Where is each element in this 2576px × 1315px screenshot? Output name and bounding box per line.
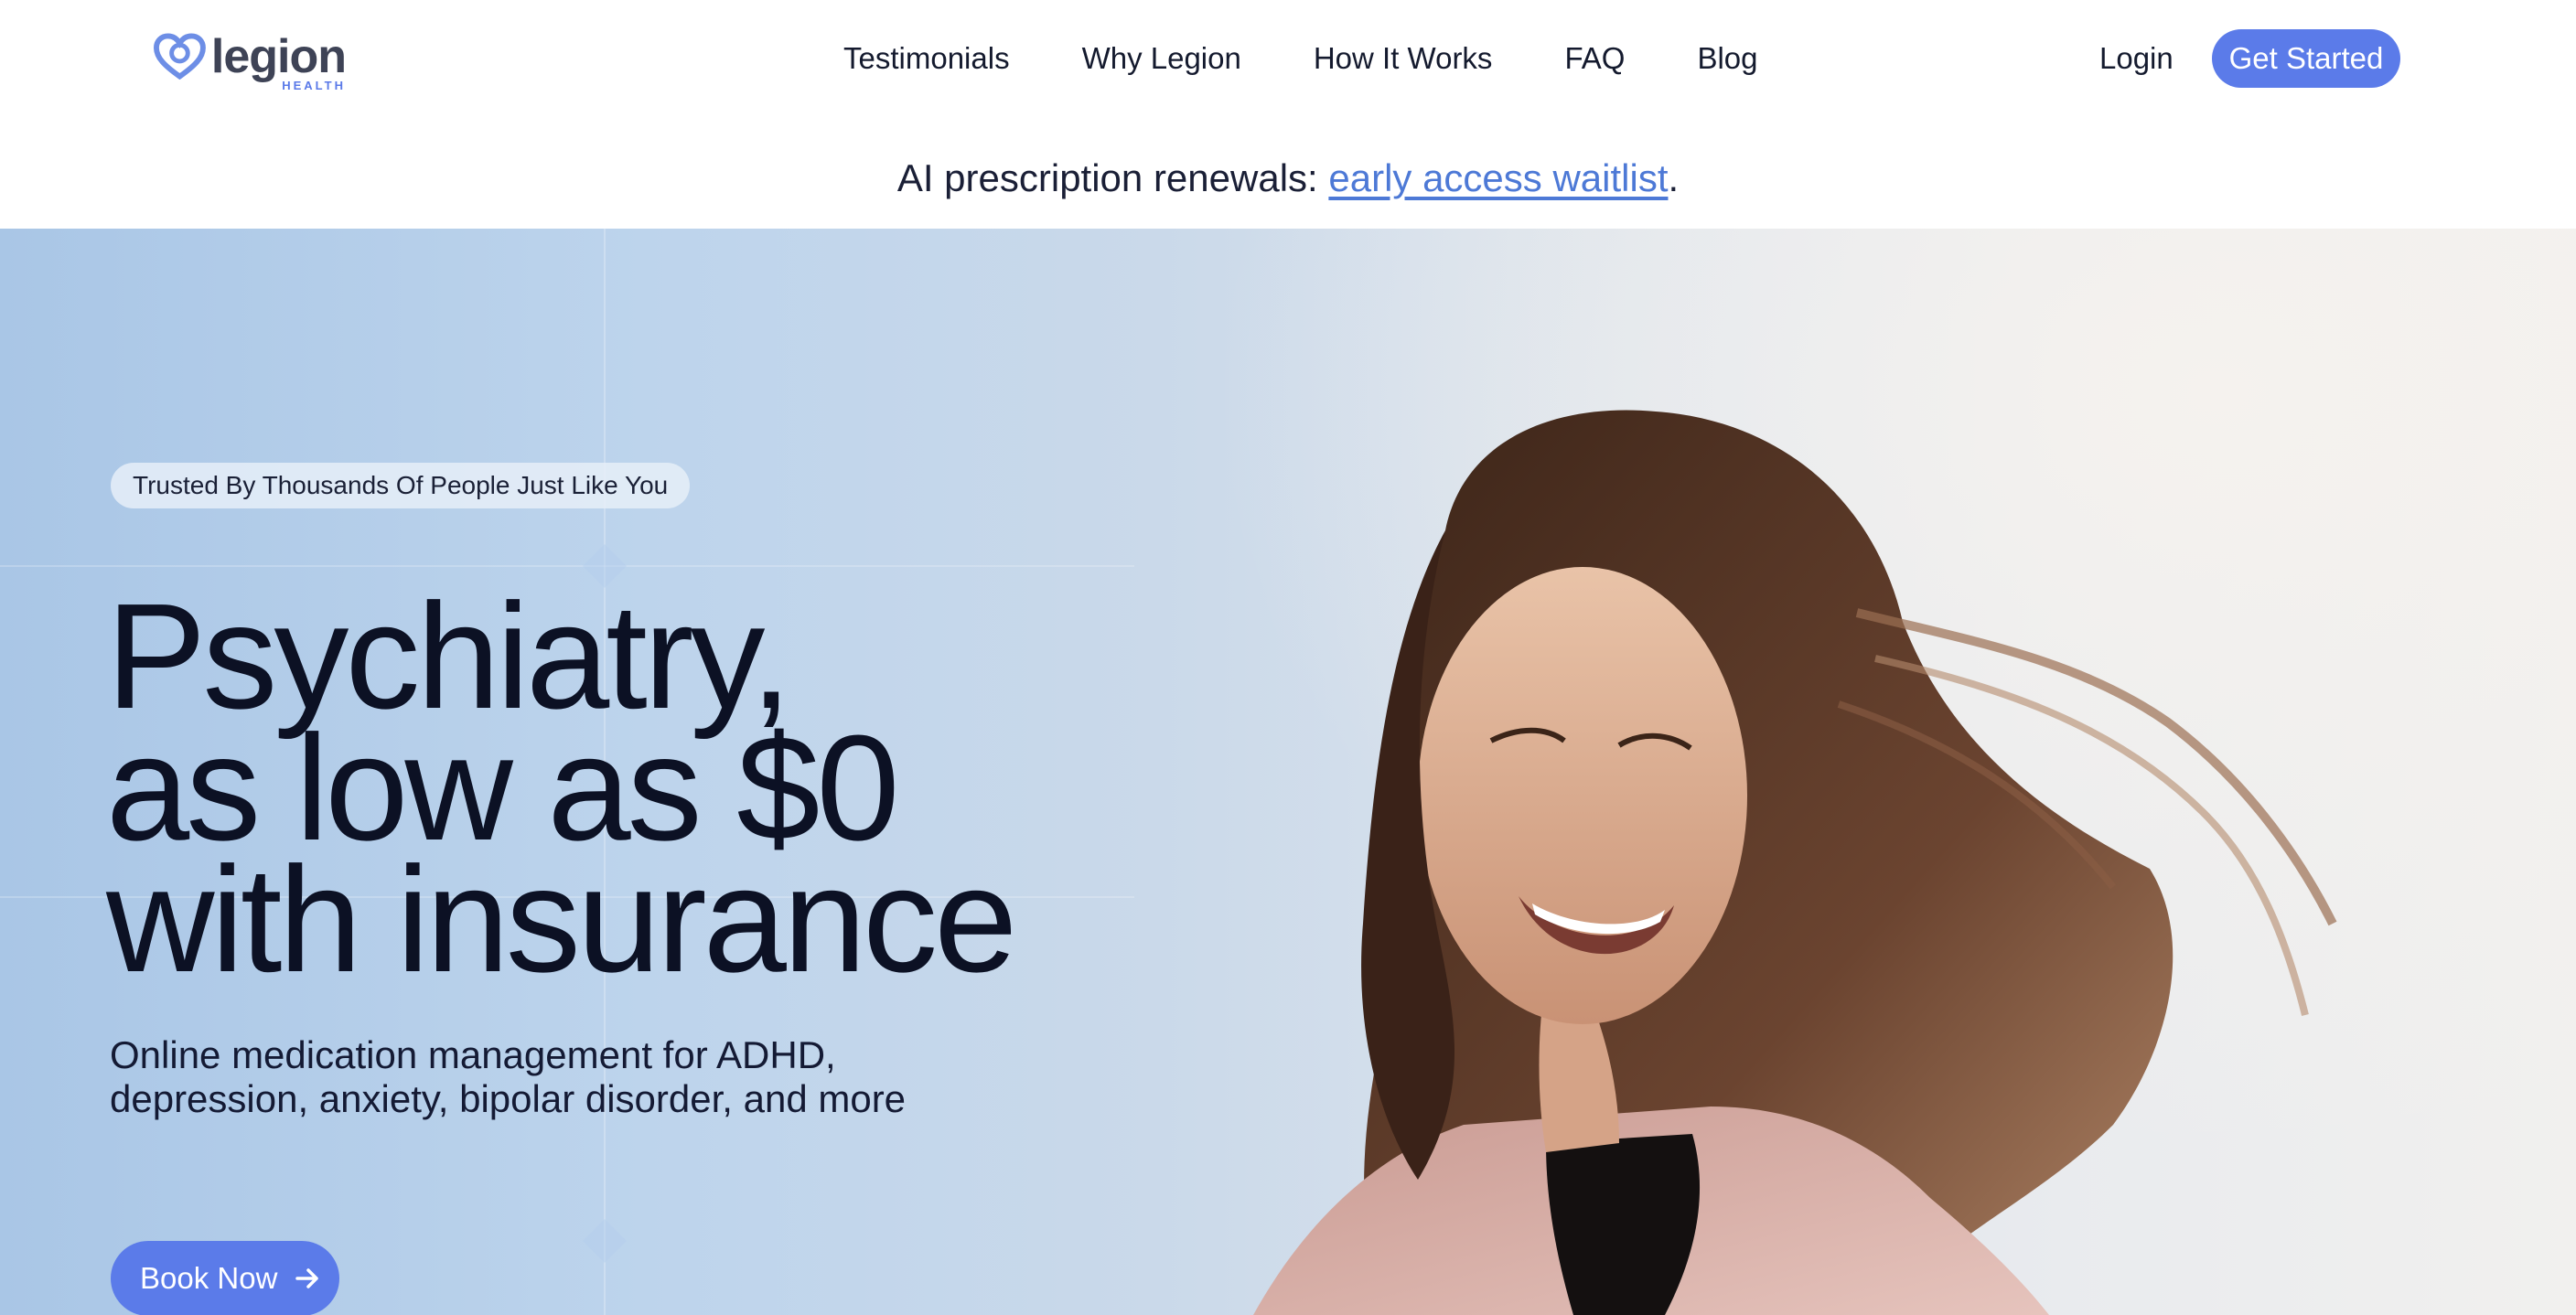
book-now-button[interactable]: Book Now — [111, 1241, 339, 1315]
hero-headline: Psychiatry, as low as $0 with insurance — [106, 572, 1017, 1003]
hero-section: Trusted By Thousands Of People Just Like… — [0, 229, 2576, 1315]
announcement-text: AI prescription renewals: — [896, 156, 1329, 199]
headline-line-3: with insurance — [106, 836, 1017, 1003]
waitlist-link[interactable]: early access waitlist — [1328, 156, 1668, 199]
nav-link-blog[interactable]: Blog — [1697, 37, 1757, 80]
legion-health-logo[interactable]: legion HEALTH — [154, 30, 347, 92]
trust-badge: Trusted By Thousands Of People Just Like… — [111, 463, 691, 508]
hero-grid-line — [0, 565, 1134, 567]
hero-subtitle: Online medication management for ADHD, d… — [110, 1033, 907, 1120]
get-started-button[interactable]: Get Started — [2212, 29, 2400, 88]
heart-logo-icon — [154, 33, 206, 80]
headline-line-1: Psychiatry, — [106, 572, 792, 740]
arrow-right-icon — [295, 1268, 318, 1288]
primary-nav: Testimonials Why Legion How It Works FAQ… — [843, 37, 1758, 80]
login-link[interactable]: Login — [2099, 37, 2174, 80]
nav-link-why-legion[interactable]: Why Legion — [1082, 37, 1241, 80]
hero-photo — [1143, 229, 2576, 1315]
nav-link-faq[interactable]: FAQ — [1564, 37, 1625, 80]
nav-link-how-it-works[interactable]: How It Works — [1314, 37, 1493, 80]
announcement-bar: AI prescription renewals: early access w… — [0, 146, 2576, 210]
logo-subtitle: HEALTH — [282, 79, 346, 92]
announcement-suffix: . — [1668, 156, 1680, 199]
nav-link-testimonials[interactable]: Testimonials — [843, 37, 1010, 80]
logo-wordmark: legion — [210, 30, 347, 83]
book-now-label: Book Now — [140, 1261, 278, 1295]
grid-diamond — [582, 1218, 628, 1264]
headline-line-2: as low as $0 — [106, 704, 900, 871]
top-nav: legion HEALTH Testimonials Why Legion Ho… — [0, 0, 2576, 117]
